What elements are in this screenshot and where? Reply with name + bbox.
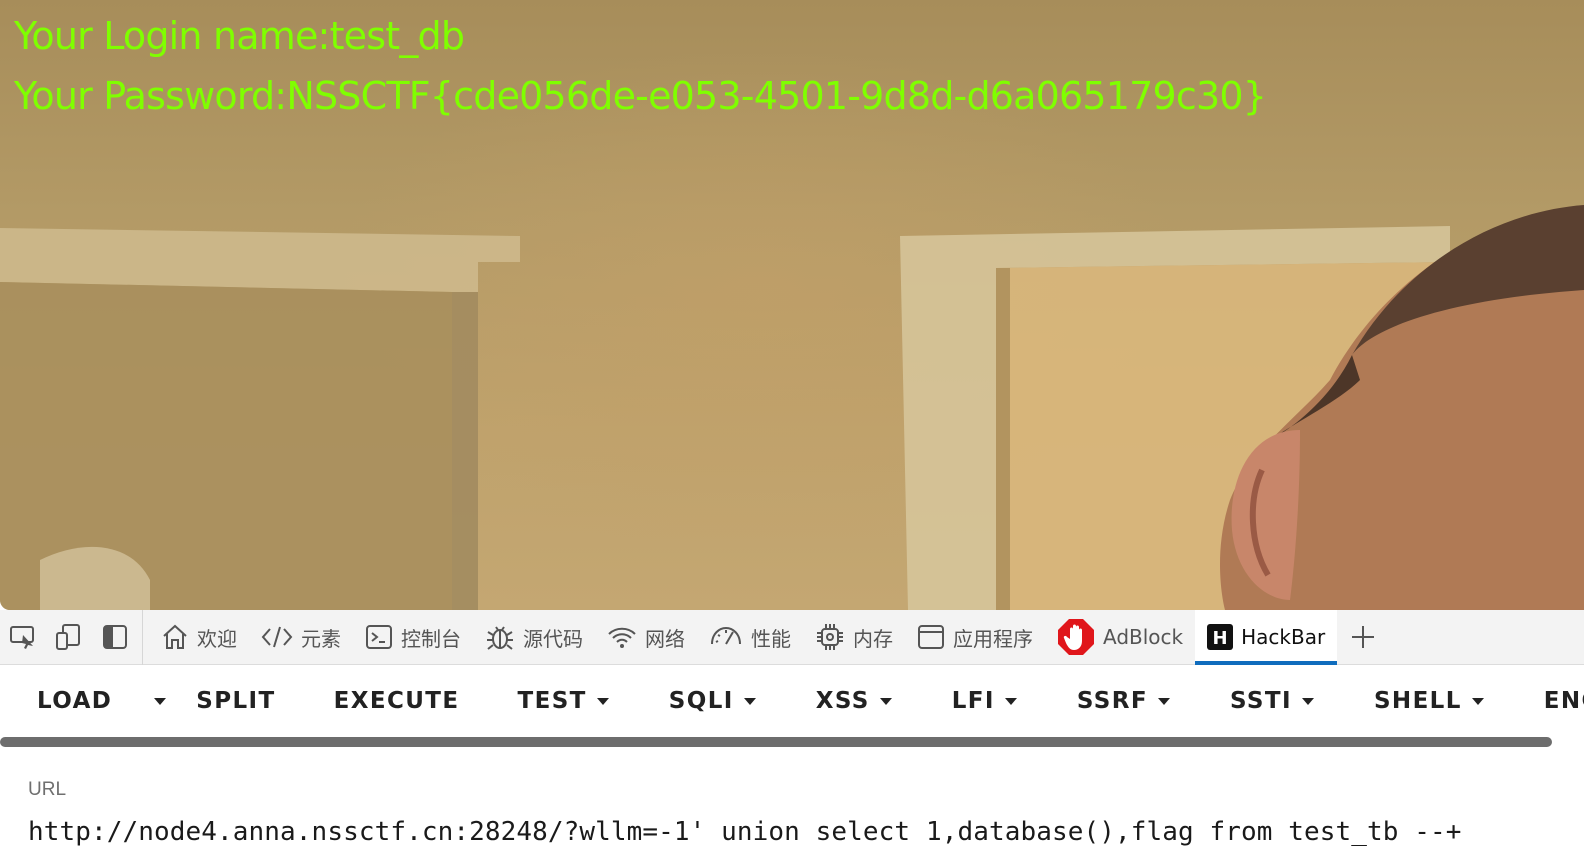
shell-menu-label: SHELL — [1373, 688, 1462, 714]
encoding-menu-button[interactable]: ENCO — [1514, 665, 1584, 737]
chevron-down-icon — [596, 697, 609, 705]
login-name-label: Your Login name: — [14, 14, 330, 58]
xss-menu-button[interactable]: XSS — [786, 665, 922, 737]
chip-icon — [815, 622, 845, 652]
chevron-down-icon — [1158, 697, 1170, 705]
login-name-message: Your Login name:test_db — [14, 14, 465, 58]
split-button[interactable]: SPLIT — [180, 665, 303, 737]
login-name-value: test_db — [329, 14, 465, 58]
tab-console[interactable]: 控制台 — [353, 610, 473, 665]
tab-performance-label: 性能 — [751, 626, 791, 651]
tab-hackbar-label: HackBar — [1241, 625, 1326, 649]
tab-sources[interactable]: 源代码 — [473, 610, 595, 665]
tab-memory-label: 内存 — [853, 626, 893, 651]
ssrf-menu-label: SSRF — [1076, 688, 1148, 714]
load-button-label: LOAD — [37, 688, 113, 714]
tab-memory[interactable]: 内存 — [803, 610, 905, 665]
chevron-down-icon — [879, 697, 892, 705]
dock-icon — [103, 625, 127, 649]
add-tab-button[interactable] — [1337, 610, 1389, 665]
ssti-menu-button[interactable]: SSTI — [1200, 665, 1344, 737]
chevron-down-icon — [154, 697, 167, 705]
load-dropdown-button[interactable] — [148, 665, 180, 737]
lfi-menu-button[interactable]: LFI — [922, 665, 1047, 737]
toolbar-separator — [142, 609, 143, 665]
window-icon — [917, 623, 945, 651]
console-icon — [365, 623, 393, 651]
home-icon — [161, 623, 189, 651]
chevron-down-icon — [743, 697, 756, 705]
hackbar-h-icon: H — [1207, 624, 1234, 650]
url-input[interactable] — [26, 810, 1584, 854]
toolbar-horizontal-scrollbar[interactable] — [0, 737, 1552, 747]
tab-adblock-label: AdBlock — [1103, 625, 1184, 649]
sqli-menu-button[interactable]: SQLI — [639, 665, 786, 737]
tab-hackbar[interactable]: H HackBar — [1195, 609, 1338, 665]
inspect-icon — [10, 626, 34, 649]
url-field-label: URL — [28, 779, 67, 800]
device-emulation-button[interactable] — [46, 610, 92, 665]
devtools-tab-bar: 欢迎 元素 控制台 源代码 网络 性能 内存 应用程序 AdBlock H Ha… — [0, 609, 1584, 665]
code-icon — [261, 624, 293, 650]
execute-button-label: EXECUTE — [333, 688, 460, 714]
chevron-down-icon — [1004, 697, 1017, 705]
test-menu-label: TEST — [517, 688, 587, 714]
page-viewport: Your Login name:test_db Your Password:NS… — [0, 0, 1584, 610]
test-menu-button[interactable]: TEST — [490, 665, 639, 737]
hackbar-toolbar: LOAD SPLIT EXECUTE TEST SQLI XSS LFI SSR… — [0, 665, 1584, 737]
password-value: NSSCTF{cde056de-e053-4501-9d8d-d6a065179… — [286, 74, 1267, 118]
sqli-menu-label: SQLI — [668, 688, 734, 714]
dock-side-button[interactable] — [92, 610, 138, 665]
tab-application[interactable]: 应用程序 — [905, 610, 1045, 665]
password-message: Your Password:NSSCTF{cde056de-e053-4501-… — [14, 74, 1267, 118]
tab-welcome[interactable]: 欢迎 — [149, 610, 249, 665]
tab-performance[interactable]: 性能 — [697, 610, 803, 665]
ssti-menu-label: SSTI — [1230, 688, 1292, 714]
chevron-down-icon — [1471, 697, 1484, 705]
execute-button[interactable]: EXECUTE — [304, 665, 490, 737]
gauge-icon — [709, 624, 743, 650]
password-label: Your Password: — [14, 74, 287, 118]
tab-adblock[interactable]: AdBlock — [1045, 610, 1195, 665]
load-button[interactable]: LOAD — [0, 665, 140, 737]
encoding-menu-label: ENCO — [1543, 688, 1584, 714]
wifi-icon — [607, 624, 637, 650]
device-icon — [56, 624, 80, 650]
tab-elements[interactable]: 元素 — [249, 610, 353, 665]
tab-application-label: 应用程序 — [953, 626, 1033, 651]
split-button-label: SPLIT — [196, 688, 276, 714]
tab-console-label: 控制台 — [401, 626, 461, 651]
tab-sources-label: 源代码 — [523, 626, 583, 651]
xss-menu-label: XSS — [815, 688, 870, 714]
lfi-menu-label: LFI — [951, 688, 995, 714]
plus-icon — [1352, 626, 1375, 648]
tab-welcome-label: 欢迎 — [197, 626, 237, 651]
adblock-hand-icon — [1057, 618, 1095, 656]
svg-text:H: H — [1213, 628, 1228, 649]
tab-network-label: 网络 — [645, 626, 685, 651]
shell-menu-button[interactable]: SHELL — [1344, 665, 1514, 737]
ssrf-menu-button[interactable]: SSRF — [1047, 665, 1200, 737]
tab-network[interactable]: 网络 — [595, 610, 697, 665]
inspect-element-button[interactable] — [0, 610, 46, 665]
tab-elements-label: 元素 — [301, 626, 341, 651]
chevron-down-icon — [1301, 697, 1314, 705]
bug-icon — [485, 622, 515, 652]
